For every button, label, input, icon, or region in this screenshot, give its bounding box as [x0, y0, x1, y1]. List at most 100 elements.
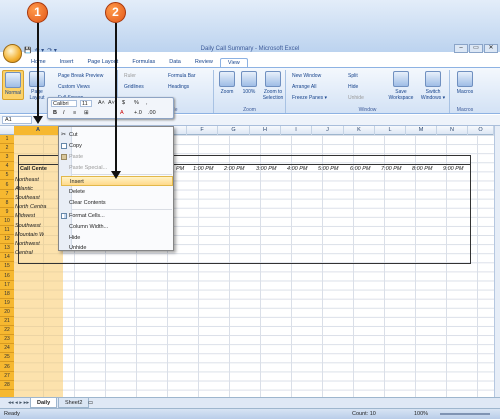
row-header[interactable]: 27 — [0, 372, 14, 381]
gridlines-checkbox[interactable]: Gridlines — [124, 84, 144, 90]
row-header[interactable]: 1 — [0, 135, 14, 144]
tab-view[interactable]: View — [219, 58, 248, 67]
row-header[interactable]: 25 — [0, 353, 14, 363]
unhide-window-button[interactable]: Unhide — [348, 95, 364, 101]
grow-font-button[interactable]: A˄ — [98, 100, 105, 106]
row-header[interactable]: 10 — [0, 217, 14, 226]
column-header[interactable]: M — [406, 126, 437, 135]
hour-header-cell: 3:00 PM — [256, 166, 277, 172]
freeze-panes-button[interactable]: Freeze Panes ▾ — [292, 95, 327, 101]
zoom-level[interactable]: 100% — [414, 411, 428, 417]
row-header[interactable]: 7 — [0, 190, 14, 199]
zoom-to-selection-button[interactable]: Zoom to Selection — [260, 70, 286, 101]
office-button[interactable] — [3, 44, 22, 63]
zoom-button[interactable]: Zoom — [216, 70, 238, 95]
shrink-font-button[interactable]: A˅ — [108, 100, 115, 106]
arrange-all-button[interactable]: Arrange All — [292, 84, 316, 90]
row-header[interactable]: 28 — [0, 381, 14, 390]
italic-button[interactable]: I — [63, 110, 65, 116]
macros-button[interactable]: Macros — [454, 70, 476, 95]
borders-button[interactable]: ⊞ — [84, 110, 89, 116]
sheet-tab-daily[interactable]: Daily — [30, 398, 58, 408]
row-header[interactable]: 12 — [0, 235, 14, 245]
tab-data[interactable]: Data — [162, 58, 188, 67]
split-button[interactable]: Split — [348, 73, 358, 79]
menu-format-cells[interactable]: Format Cells... — [61, 211, 173, 221]
switch-windows-button[interactable]: Switch Windows ▾ — [418, 70, 448, 101]
row-header[interactable]: 15 — [0, 262, 14, 272]
tab-review[interactable]: Review — [188, 58, 220, 67]
row-header[interactable]: 6 — [0, 181, 14, 190]
row-header[interactable]: 21 — [0, 317, 14, 326]
zoom-slider[interactable] — [440, 413, 490, 415]
row-header[interactable]: 3 — [0, 153, 14, 163]
new-window-button[interactable]: New Window — [292, 73, 321, 79]
currency-button[interactable]: $ — [122, 100, 125, 106]
zoom-100-button[interactable]: 100% — [238, 70, 260, 95]
column-header[interactable]: I — [281, 126, 312, 135]
tab-insert[interactable]: Insert — [53, 58, 81, 67]
menu-unhide[interactable]: Unhide — [68, 243, 173, 253]
column-header[interactable]: F — [187, 126, 218, 135]
row-header[interactable]: 17 — [0, 281, 14, 290]
column-header[interactable]: L — [375, 126, 406, 135]
decrease-decimal-button[interactable]: .00 — [148, 110, 156, 116]
hide-window-button[interactable]: Hide — [348, 84, 358, 90]
maximize-button[interactable]: ▭ — [469, 44, 483, 53]
save-workspace-button[interactable]: Save Workspace — [386, 70, 416, 101]
menu-clear-contents[interactable]: Clear Contents — [68, 198, 173, 208]
row-header[interactable]: 23 — [0, 335, 14, 345]
row-header[interactable]: 19 — [0, 299, 14, 308]
font-color-button[interactable]: A — [120, 110, 124, 116]
normal-view-button[interactable]: Normal — [2, 70, 24, 100]
custom-views-button[interactable]: Custom Views — [58, 84, 90, 90]
row-header[interactable]: 20 — [0, 308, 14, 317]
row-header[interactable]: 8 — [0, 199, 14, 208]
row-header[interactable]: 13 — [0, 244, 14, 254]
row-header[interactable]: 26 — [0, 363, 14, 372]
row-header[interactable]: 5 — [0, 171, 14, 181]
close-button[interactable]: ✕ — [484, 44, 498, 53]
tab-formulas[interactable]: Formulas — [125, 58, 162, 67]
row-header[interactable]: 14 — [0, 253, 14, 263]
name-box[interactable]: A1 — [2, 116, 32, 124]
percent-button[interactable]: % — [134, 100, 139, 106]
row-header[interactable]: 11 — [0, 226, 14, 235]
font-name-box[interactable]: Calibri — [51, 100, 77, 107]
minimize-button[interactable]: – — [454, 44, 468, 53]
menu-delete[interactable]: Delete — [68, 187, 173, 197]
row-header[interactable]: 18 — [0, 290, 14, 299]
row-header[interactable]: 2 — [0, 144, 14, 154]
row-header[interactable]: 24 — [0, 344, 14, 354]
row-header[interactable]: 9 — [0, 208, 14, 217]
page-break-preview-button[interactable]: Page Break Preview — [58, 73, 103, 79]
ruler-checkbox[interactable]: Ruler — [124, 73, 136, 79]
insert-sheet-icon[interactable]: ▭ — [88, 398, 98, 408]
window-controls: – ▭ ✕ — [454, 44, 498, 53]
row-header[interactable]: 22 — [0, 326, 14, 336]
font-size-box[interactable]: 11 — [80, 100, 92, 107]
headings-checkbox[interactable]: Headings — [168, 84, 189, 90]
comma-button[interactable]: , — [146, 100, 148, 106]
column-header[interactable]: J — [312, 126, 344, 135]
menu-copy[interactable]: Copy — [61, 141, 173, 151]
increase-decimal-button[interactable]: +.0 — [134, 110, 142, 116]
vertical-scrollbar[interactable] — [494, 126, 500, 397]
column-header[interactable]: K — [344, 126, 375, 135]
column-header[interactable]: H — [250, 126, 281, 135]
tab-page-layout[interactable]: Page Layout — [80, 58, 125, 67]
menu-paste[interactable]: Paste — [61, 152, 173, 162]
column-header[interactable]: G — [218, 126, 250, 135]
bold-button[interactable]: B — [53, 110, 57, 116]
column-header[interactable]: A — [14, 126, 63, 135]
formula-bar-checkbox[interactable]: Formula Bar — [168, 73, 196, 79]
column-header[interactable]: O — [468, 126, 494, 135]
sheet-tab-sheet2[interactable]: Sheet2 — [58, 398, 90, 408]
menu-column-width[interactable]: Column Width... — [68, 222, 173, 232]
row-header[interactable]: 4 — [0, 162, 14, 172]
menu-hide[interactable]: Hide — [68, 233, 173, 243]
align-button[interactable]: ≡ — [73, 110, 76, 116]
column-header[interactable]: N — [437, 126, 468, 135]
menu-cut[interactable]: ✂ Cut — [61, 130, 173, 140]
row-header[interactable]: 16 — [0, 272, 14, 281]
